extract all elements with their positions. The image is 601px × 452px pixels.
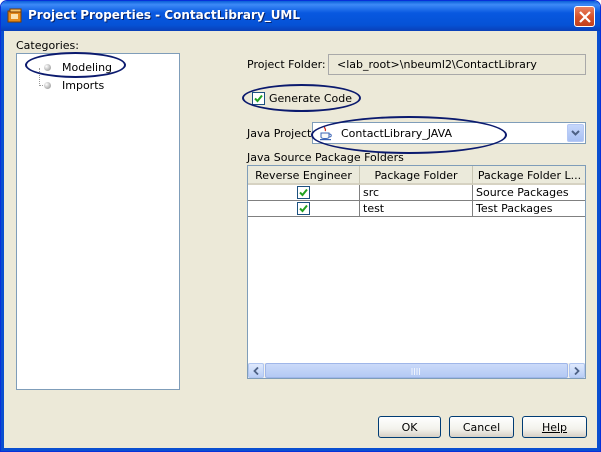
source-folders-table[interactable]: Reverse Engineer Package Folder Package … [247, 165, 586, 379]
tree-node-dot-icon [44, 82, 51, 89]
table-header: Reverse Engineer Package Folder Package … [248, 166, 585, 185]
project-folder-label: Project Folder: [247, 58, 326, 71]
tree-item-imports[interactable]: Imports [17, 78, 167, 94]
tree-item-modeling[interactable]: Modeling [17, 60, 167, 76]
package-folder-cell[interactable]: test [360, 201, 473, 217]
close-icon [579, 11, 591, 23]
close-button[interactable] [574, 6, 595, 27]
netbeans-project-icon [7, 8, 22, 23]
reverse-engineer-cell[interactable] [248, 185, 360, 201]
java-project-label: Java Project: [247, 127, 316, 140]
chevron-left-icon [253, 367, 259, 375]
scrollbar-thumb[interactable] [265, 363, 568, 378]
reverse-engineer-checkbox[interactable] [297, 186, 310, 199]
reverse-engineer-cell[interactable] [248, 201, 360, 217]
tree-item-label: Modeling [62, 61, 113, 74]
chevron-down-icon [571, 130, 580, 136]
categories-tree[interactable]: Modeling Imports [16, 53, 180, 390]
scroll-grip-icon [411, 368, 420, 375]
window-frame-left [1, 31, 4, 451]
window-frame-bottom [1, 448, 600, 451]
generate-code-label[interactable]: Generate Code [269, 92, 352, 105]
tree-item-label: Imports [62, 79, 105, 92]
tree-node-dot-icon [44, 64, 51, 71]
table-row[interactable]: src Source Packages [248, 185, 585, 201]
horizontal-scrollbar[interactable] [248, 363, 585, 378]
package-folder-cell[interactable]: src [360, 185, 473, 201]
window-title: Project Properties - ContactLibrary_UML [28, 8, 301, 22]
column-header-package-folder-label[interactable]: Package Folder L... [473, 166, 585, 185]
source-folders-label: Java Source Package Folders [247, 151, 404, 164]
package-folder-label-cell[interactable]: Test Packages [473, 201, 585, 217]
help-button[interactable]: Help [522, 416, 587, 438]
check-icon [254, 94, 263, 103]
project-properties-dialog: Project Properties - ContactLibrary_UML … [0, 0, 601, 452]
dropdown-button[interactable] [567, 124, 584, 142]
window-frame-right [597, 31, 600, 451]
check-icon [299, 204, 308, 213]
reverse-engineer-checkbox[interactable] [297, 202, 310, 215]
check-icon [299, 188, 308, 197]
table-row[interactable]: test Test Packages [248, 201, 585, 217]
column-header-reverse-engineer[interactable]: Reverse Engineer [248, 166, 360, 185]
cancel-button[interactable]: Cancel [449, 416, 514, 438]
generate-code-checkbox[interactable] [252, 92, 265, 105]
project-folder-field: <lab_root>\nbeuml2\ContactLibrary [328, 54, 586, 75]
column-header-package-folder[interactable]: Package Folder [360, 166, 473, 185]
chevron-right-icon [574, 367, 580, 375]
java-project-value: ContactLibrary_JAVA [341, 127, 452, 140]
ok-button[interactable]: OK [378, 416, 441, 438]
title-bar[interactable]: Project Properties - ContactLibrary_UML [1, 1, 600, 31]
scroll-right-button[interactable] [569, 363, 585, 378]
package-folder-label-cell[interactable]: Source Packages [473, 185, 585, 201]
categories-label: Categories: [16, 39, 79, 52]
scroll-left-button[interactable] [248, 363, 264, 378]
java-project-select[interactable]: ContactLibrary_JAVA [312, 122, 586, 144]
java-coffee-cup-icon [320, 125, 332, 141]
